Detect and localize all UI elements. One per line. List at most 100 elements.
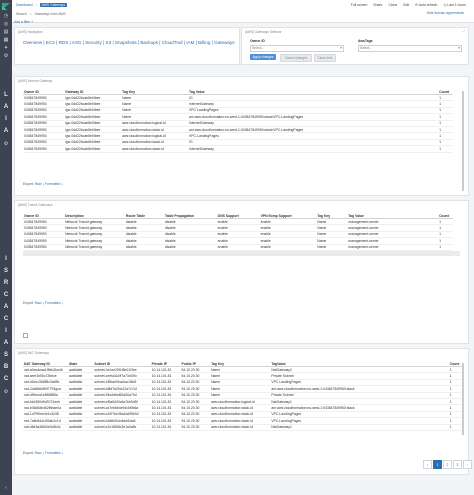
- table-cell: InternetGateway: [188, 145, 439, 153]
- sidebar-letter[interactable]: R: [0, 280, 12, 286]
- export-bar: Export: Raw ⤓ Formatted ⤓: [23, 301, 63, 305]
- sidebar-letter[interactable]: A: [0, 340, 12, 346]
- panel-title: [AWS] Transit Gateways: [18, 203, 53, 207]
- panel-title: [AWS] Gateways Selector: [245, 30, 282, 34]
- add-filter-button[interactable]: Add a filter: [14, 20, 30, 24]
- expand-icon[interactable]: ⤢: [462, 29, 465, 33]
- clear-form-button[interactable]: Clear form: [314, 54, 336, 62]
- table-row[interactable]: 043847849950 igw-0dd22bcab8ef4bee aws:clou…: [23, 145, 453, 153]
- clone-button[interactable]: Clone: [388, 3, 397, 7]
- chevron-down-icon: ▾: [340, 46, 342, 50]
- panel-title: [AWS] Internet Gateway: [18, 79, 53, 83]
- edit-button[interactable]: Edit: [403, 3, 409, 7]
- sidebar-letter[interactable]: I: [0, 256, 12, 262]
- auto-refresh-button[interactable]: ⟳ Auto-refresh: [415, 3, 437, 7]
- pagination-page-3[interactable]: 3: [453, 460, 462, 469]
- cancel-changes-button[interactable]: Cancel changes: [280, 54, 312, 62]
- awstags-select[interactable]: Select... ▾: [358, 45, 462, 52]
- table-placeholder-row: [23, 251, 460, 256]
- export-formatted-link[interactable]: Formatted: [45, 301, 60, 305]
- pagination-page-1[interactable]: 1: [433, 460, 442, 469]
- sidebar-letter[interactable]: A: [0, 128, 12, 134]
- license-link[interactable]: Hide license agreements: [427, 11, 464, 15]
- chevron-down-icon: ▾: [458, 46, 460, 50]
- sidebar-letter[interactable]: C: [0, 376, 12, 382]
- nat-gateways-table: NAT Gateway ID State Subnet ID Private I…: [23, 361, 463, 431]
- table-cell: 043847849950: [23, 244, 65, 251]
- plus-icon[interactable]: +: [31, 20, 33, 24]
- sidebar-letter[interactable]: C: [0, 292, 12, 298]
- owner-id-select[interactable]: Select... ▾: [250, 45, 344, 52]
- breadcrumb-dashboard[interactable]: Dashboard: [16, 3, 33, 7]
- breadcrumb-separator: /: [35, 3, 37, 7]
- sidebar-letter[interactable]: S: [0, 352, 12, 358]
- time-picker-button[interactable]: ◷ Last 1 hours: [443, 3, 466, 7]
- table-cell: aws:cloudformation:stack-id: [121, 145, 189, 153]
- export-bar: Export: Raw ⤓ Formatted ⤓: [23, 451, 63, 455]
- export-formatted-link[interactable]: Formatted: [45, 451, 60, 455]
- collapse-icon[interactable]: ‹: [2, 484, 10, 491]
- export-formatted-link[interactable]: Formatted: [45, 182, 60, 186]
- pagination-prev[interactable]: ‹: [423, 460, 432, 469]
- clock-icon[interactable]: ◷: [2, 12, 10, 19]
- owner-id-placeholder: Select...: [252, 46, 265, 50]
- sidebar-letter[interactable]: C: [0, 316, 12, 322]
- wrench-icon[interactable]: ✦: [2, 44, 10, 51]
- table-cell: available: [67, 424, 94, 431]
- scrollbar[interactable]: [462, 363, 464, 435]
- export-raw-link[interactable]: Raw: [35, 182, 42, 186]
- kibana-logo-icon[interactable]: [2, 3, 10, 10]
- table-row[interactable]: 043847849950 Network Transit gateway disab…: [23, 244, 453, 251]
- time-picker-label: Last 1 hours: [447, 3, 466, 7]
- scrollbar[interactable]: [462, 91, 464, 191]
- compass-icon[interactable]: ◎: [2, 20, 10, 27]
- sidebar-letter[interactable]: A: [0, 304, 12, 310]
- download-icon: ⤓: [42, 451, 44, 455]
- navigation-links[interactable]: Overview | EC2 | RDS | ASG | Security | …: [23, 40, 235, 45]
- share-button[interactable]: Share: [373, 3, 382, 7]
- fullscreen-button[interactable]: Full screen: [351, 3, 368, 7]
- table-cell: enable: [216, 244, 260, 251]
- table-cell: disable: [124, 244, 164, 251]
- transit-gateways-panel: [AWS] Transit Gateways Owner ID Descript…: [14, 200, 469, 344]
- gateways-selector-panel: [AWS] Gateways Selector ⤢ Owner ID Selec…: [241, 27, 469, 65]
- table-body: 043847849950 igw-0dd22bcab8ef4bee Name IG 1 0…: [23, 94, 453, 153]
- sidebar-letter[interactable]: B: [0, 364, 12, 370]
- table-cell: 1: [438, 244, 453, 251]
- sidebar-letter[interactable]: I: [0, 328, 12, 334]
- download-icon: ⤓: [42, 182, 44, 186]
- apply-changes-button[interactable]: Apply changes: [250, 54, 276, 60]
- internet-gateway-panel: [AWS] Internet Gateway Owner ID Gateway …: [14, 76, 469, 196]
- search-bar[interactable]: Search ⌕ Gateways from AWS: [16, 11, 316, 17]
- table-cell: enable: [259, 244, 317, 251]
- gear-icon[interactable]: ⚙: [2, 140, 10, 147]
- sidebar-letter[interactable]: A: [0, 104, 12, 110]
- search-label: Search: [16, 12, 27, 16]
- search-input[interactable]: Gateways from AWS: [35, 12, 66, 16]
- pagination-next[interactable]: ›: [463, 460, 472, 469]
- chart-icon[interactable]: ▤: [2, 28, 10, 35]
- download-icon: ⤓: [42, 301, 44, 305]
- sidebar-letter[interactable]: L: [0, 92, 12, 98]
- table-cell: subnet-e2c1f806c3e1a3a8e: [93, 424, 151, 431]
- export-raw-link[interactable]: Raw: [35, 301, 42, 305]
- sidebar: ◷ ◎ ▤ ▦ ✦ ⚙ L A I A ⚙ I S R C A C I A S …: [0, 0, 12, 495]
- awstags-label: AwsTags: [358, 39, 373, 43]
- auto-refresh-label: Auto-refresh: [418, 3, 438, 7]
- table-cell: 54.10.20.30: [180, 424, 211, 431]
- download-icon: ⤓: [61, 182, 63, 186]
- export-label: Export:: [23, 301, 34, 305]
- internet-gateway-table: Owner ID Gateway ID Tag Key Tag Value Co…: [23, 89, 453, 153]
- sidebar-letter[interactable]: I: [0, 116, 12, 122]
- checkbox-icon[interactable]: [23, 333, 28, 338]
- pagination-page-2[interactable]: 2: [443, 460, 452, 469]
- panel-title: [AWS] NAT Gateways: [18, 351, 49, 355]
- gear-icon[interactable]: ⚙: [2, 52, 10, 59]
- table-cell: 10.14.101.81: [150, 424, 181, 431]
- transit-gateways-table: Owner ID Description Route Table Table P…: [23, 213, 453, 251]
- sidebar-letter[interactable]: S: [0, 268, 12, 274]
- dashboard-icon[interactable]: ▦: [2, 36, 10, 43]
- table-row[interactable]: nat-d6e3a4f8d0e3c8b4c available subnet-e2c…: [23, 424, 463, 431]
- gear-icon[interactable]: ⚙: [2, 388, 10, 395]
- export-raw-link[interactable]: Raw: [35, 451, 42, 455]
